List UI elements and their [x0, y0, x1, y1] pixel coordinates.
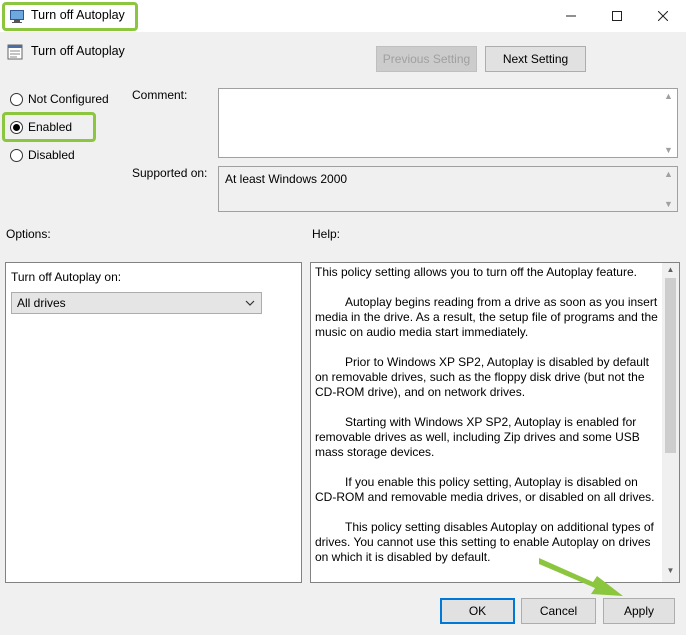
- radio-disabled[interactable]: Disabled: [10, 148, 75, 162]
- help-paragraph: Autoplay begins reading from a drive as …: [315, 295, 658, 339]
- scroll-thumb[interactable]: [665, 278, 676, 453]
- scroll-up-icon[interactable]: ▲: [662, 265, 679, 279]
- policy-setting-icon: [7, 44, 23, 60]
- radio-circle: [10, 92, 23, 106]
- options-panel: Turn off Autoplay on: All drives: [5, 262, 302, 583]
- title-bar: Turn off Autoplay: [0, 0, 686, 32]
- scroll-down-icon[interactable]: ▼: [662, 566, 679, 580]
- policy-app-icon: [10, 10, 24, 23]
- help-scrollbar[interactable]: ▲ ▼: [662, 263, 679, 582]
- radio-label: Enabled: [28, 120, 73, 134]
- radio-not-configured[interactable]: Not Configured: [10, 92, 109, 106]
- help-paragraph: This policy setting allows you to turn o…: [315, 265, 637, 279]
- annotation-arrow-icon: [539, 558, 623, 596]
- scroll-down-icon: ▼: [664, 145, 673, 155]
- options-label: Options:: [6, 227, 51, 241]
- ok-button[interactable]: OK: [440, 598, 515, 624]
- help-text: This policy setting allows you to turn o…: [315, 265, 662, 580]
- next-setting-button[interactable]: Next Setting: [485, 46, 586, 72]
- radio-label: Not Configured: [28, 92, 109, 106]
- autoplay-on-label: Turn off Autoplay on:: [11, 270, 122, 284]
- maximize-icon: [612, 11, 622, 21]
- maximize-button[interactable]: [594, 0, 640, 32]
- minimize-icon: [566, 15, 576, 17]
- close-button[interactable]: [640, 0, 686, 32]
- comment-field[interactable]: ▲ ▼: [218, 88, 678, 158]
- dropdown-value: All drives: [17, 296, 66, 310]
- supported-on-label: Supported on:: [132, 166, 208, 180]
- supported-on-value: At least Windows 2000: [225, 172, 348, 186]
- supported-on-field: At least Windows 2000 ▲ ▼: [218, 166, 678, 212]
- radio-label: Disabled: [28, 148, 75, 162]
- radio-dot: [13, 123, 20, 131]
- chevron-down-icon: [245, 300, 255, 306]
- policy-name: Turn off Autoplay: [31, 44, 125, 58]
- window-title: Turn off Autoplay: [31, 8, 125, 22]
- scroll-up-icon: ▲: [664, 169, 673, 179]
- comment-label: Comment:: [132, 88, 188, 102]
- close-icon: [658, 11, 668, 21]
- help-label: Help:: [312, 227, 341, 241]
- scroll-down-icon: ▼: [664, 199, 673, 209]
- help-paragraph: If you enable this policy setting, Autop…: [315, 475, 655, 504]
- previous-setting-button[interactable]: Previous Setting: [376, 46, 477, 72]
- radio-circle: [10, 148, 23, 162]
- radio-circle-selected: [10, 120, 23, 134]
- supported-scrollbar[interactable]: ▲ ▼: [660, 167, 677, 211]
- minimize-button[interactable]: [548, 0, 594, 32]
- comment-scrollbar[interactable]: ▲ ▼: [660, 89, 677, 157]
- help-panel: This policy setting allows you to turn o…: [310, 262, 680, 583]
- autoplay-drives-dropdown[interactable]: All drives: [11, 292, 262, 314]
- scroll-up-icon: ▲: [664, 91, 673, 101]
- radio-enabled[interactable]: Enabled: [10, 120, 72, 134]
- help-paragraph: Prior to Windows XP SP2, Autoplay is dis…: [315, 355, 649, 399]
- help-paragraph: Starting with Windows XP SP2, Autoplay i…: [315, 415, 640, 459]
